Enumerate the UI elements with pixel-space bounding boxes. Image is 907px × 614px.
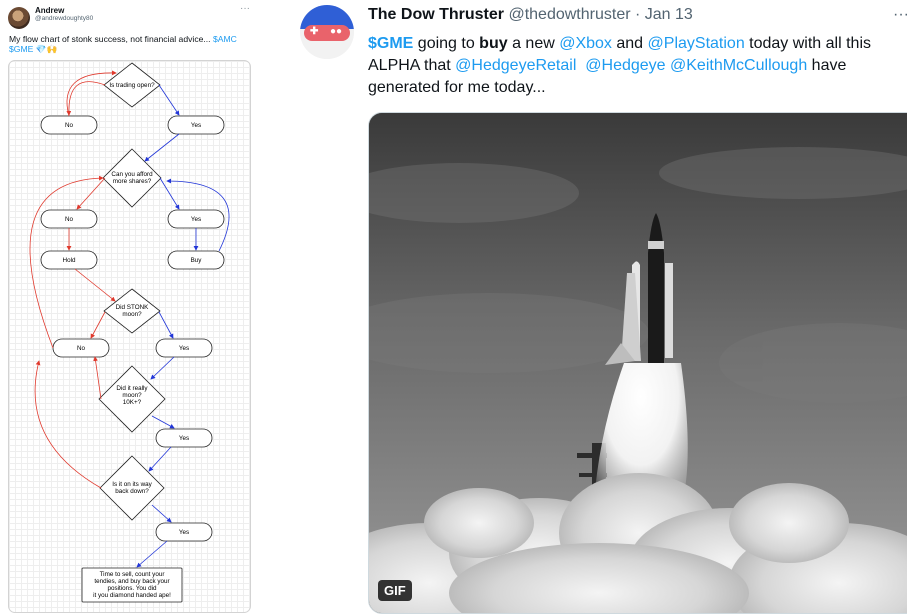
node-label-yes: Yes <box>178 435 190 442</box>
left-tweet-card[interactable]: Andrew @andrewdoughty80 ··· My flow char… <box>0 0 262 613</box>
flowchart-image[interactable]: Is trading open? No Yes Can you afford m… <box>8 60 251 613</box>
author-handle[interactable]: @andrewdoughty80 <box>35 15 93 22</box>
node-label-no: No <box>76 345 86 352</box>
node-label-yes: Yes <box>178 345 190 352</box>
mention-xbox[interactable]: @Xbox <box>559 35 612 52</box>
node-label-hold: Hold <box>62 257 76 264</box>
decision-label: Is trading open? <box>109 82 155 89</box>
author-name[interactable]: The Dow Thruster <box>368 6 504 23</box>
author-handle[interactable]: @thedowthruster <box>508 6 630 23</box>
decision-label: Is it on its way back down? <box>112 481 152 495</box>
tweet-text: $GME going to buy a new @Xbox and @PlayS… <box>368 33 907 99</box>
tweet-text-plain: My flow chart of stonk success, not fina… <box>9 34 211 44</box>
gamepad-dpad-icon: ✚ <box>310 26 319 37</box>
diamond-hands-emoji: 💎🙌 <box>35 44 58 54</box>
text-segment: a new <box>507 35 560 52</box>
node-label-yes: Yes <box>190 122 202 129</box>
gif-media[interactable]: GIF <box>368 112 907 614</box>
text-segment: and <box>611 35 648 52</box>
rocket-launch-image <box>369 113 907 613</box>
mention-hedgeye[interactable]: @Hedgeye <box>585 57 665 74</box>
mention-keithmccullough[interactable]: @KeithMcCullough <box>670 57 807 74</box>
gamepad-buttons-icon: ●● <box>330 26 343 37</box>
text-segment <box>576 57 585 74</box>
mention-playstation[interactable]: @PlayStation <box>648 35 745 52</box>
node-label-no: No <box>64 122 74 129</box>
decision-label: Did it really moon? 10K+? <box>116 385 148 406</box>
author-name[interactable]: Andrew <box>35 6 64 15</box>
tweet-date[interactable]: Jan 13 <box>645 6 693 23</box>
node-label-buy: Buy <box>190 257 202 264</box>
node-label-yes: Yes <box>190 216 202 223</box>
text-bold-buy: buy <box>479 35 508 52</box>
author-avatar[interactable]: ✚ ●● <box>300 5 354 59</box>
mention-hedgeyeretail[interactable]: @HedgeyeRetail <box>455 57 576 74</box>
gif-badge[interactable]: GIF <box>378 580 412 601</box>
node-label-yes: Yes <box>178 529 190 536</box>
tweet-text: My flow chart of stonk success, not fina… <box>9 34 249 54</box>
node-label-no: No <box>64 216 74 223</box>
more-options-icon[interactable]: ··· <box>893 6 907 24</box>
tweet-header: The Dow Thruster @thedowthruster · Jan 1… <box>368 6 693 24</box>
more-options-icon[interactable]: ··· <box>240 3 250 14</box>
final-node-label: Time to sell, count your tendies, and bu… <box>93 571 171 599</box>
meta-separator: · <box>630 6 645 23</box>
decision-label: Did STONK moon? <box>115 304 149 318</box>
cashtag-gme[interactable]: $GME <box>368 35 413 52</box>
decision-label: Can you afford more shares? <box>111 171 153 185</box>
text-segment: going to <box>413 35 480 52</box>
author-avatar[interactable] <box>8 7 30 29</box>
flowchart-diagram <box>29 62 230 603</box>
